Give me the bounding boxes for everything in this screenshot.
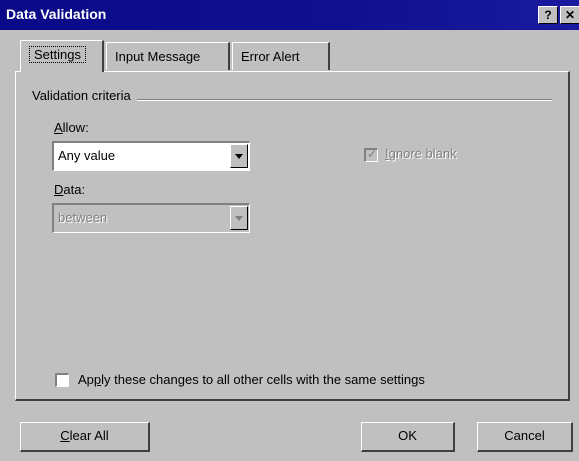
data-value: between bbox=[58, 210, 108, 225]
allow-dropdown[interactable]: Any value bbox=[52, 141, 250, 171]
close-icon: ✕ bbox=[564, 8, 576, 22]
settings-panel bbox=[15, 71, 570, 401]
data-dropdown-button[interactable] bbox=[230, 206, 248, 230]
ok-button[interactable]: OK bbox=[361, 422, 455, 452]
help-icon: ? bbox=[544, 8, 552, 22]
chevron-down-icon bbox=[235, 216, 243, 221]
title-bar: Data Validation ? ✕ bbox=[0, 0, 579, 30]
clear-all-label: Clear All bbox=[60, 428, 109, 443]
ok-label: OK bbox=[398, 428, 417, 443]
ignore-blank-checkbox[interactable]: ✓ bbox=[364, 147, 378, 162]
allow-label: Allow: bbox=[54, 120, 89, 135]
allow-value: Any value bbox=[58, 148, 116, 163]
data-dropdown[interactable]: between bbox=[52, 203, 250, 233]
ignore-blank-label: Ignore blank bbox=[385, 146, 457, 161]
close-button[interactable]: ✕ bbox=[560, 6, 579, 24]
data-label: Data: bbox=[54, 182, 86, 197]
cancel-button[interactable]: Cancel bbox=[477, 422, 573, 452]
tab-error-alert[interactable]: Error Alert bbox=[232, 42, 330, 70]
tab-input-message[interactable]: Input Message bbox=[106, 42, 230, 70]
cancel-label: Cancel bbox=[504, 428, 545, 443]
apply-to-all-label: Apply these changes to all other cells w… bbox=[78, 372, 425, 387]
window-title: Data Validation bbox=[6, 6, 107, 22]
chevron-down-icon bbox=[235, 154, 243, 159]
checkmark-icon: ✓ bbox=[367, 147, 378, 161]
clear-all-button[interactable]: Clear All bbox=[20, 422, 150, 452]
tab-settings-label: Settings bbox=[29, 46, 86, 63]
tab-input-message-label: Input Message bbox=[115, 49, 201, 64]
tab-error-alert-label: Error Alert bbox=[241, 49, 300, 64]
validation-criteria-title: Validation criteria bbox=[32, 88, 137, 103]
tab-settings[interactable]: Settings bbox=[20, 40, 104, 72]
help-button[interactable]: ? bbox=[538, 6, 558, 24]
allow-dropdown-button[interactable] bbox=[230, 144, 248, 168]
apply-to-all-checkbox[interactable] bbox=[55, 373, 69, 387]
